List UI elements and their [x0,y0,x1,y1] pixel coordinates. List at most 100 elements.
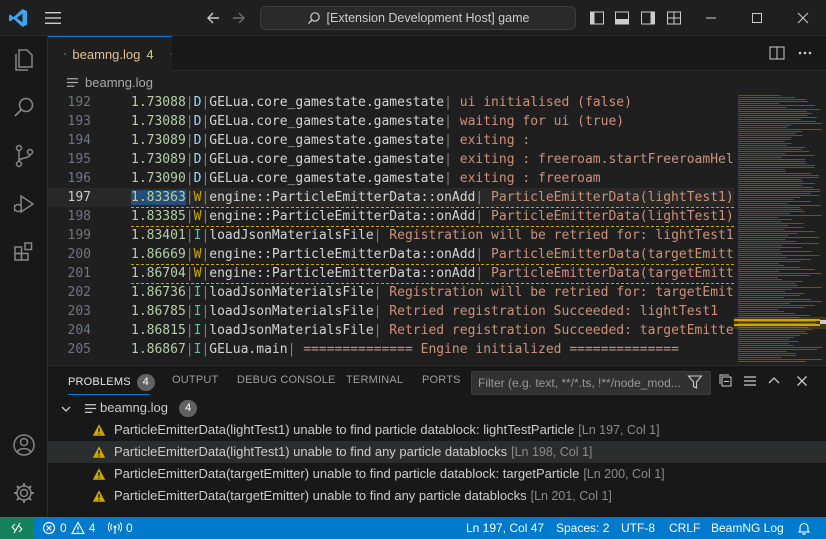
gear-icon [14,483,34,503]
tab-beamng-log[interactable]: beamng.log 4 [48,36,172,71]
code-line[interactable]: 197 1.83363|W|engine::ParticleEmitterData… [48,188,734,208]
toggle-panel-icon[interactable] [614,10,630,26]
editor-text-area[interactable]: 192 1.73088|D|GELua.core_gamestate.gamest… [48,93,734,365]
minimap[interactable] [734,93,826,365]
menu-icon[interactable] [44,10,62,26]
log-time: 1.86785 [131,304,186,319]
more-actions-icon[interactable] [796,44,814,62]
breadcrumb-file[interactable]: beamng.log [85,75,153,90]
line-number: 194 [67,133,91,148]
problem-message: ParticleEmitterData(lightTest1) unable t… [114,444,508,459]
pipe-1: | [185,342,194,357]
log-source: GELua.core_gamestate.gamestate [209,133,445,148]
code-line[interactable]: 201 1.86704|W|engine::ParticleEmitterData… [48,264,734,284]
tab-terminal[interactable]: TERMINAL [346,374,403,386]
problem-message: ParticleEmitterData(targetEmitter) unabl… [114,488,527,503]
split-editor-icon[interactable] [768,44,786,62]
log-message: Retried registration Succeeded: lightTes… [381,304,719,319]
filter-icon[interactable] [687,374,703,390]
command-center-search[interactable]: [Extension Development Host] game [260,6,576,30]
line-content: 1.86669|W|engine::ParticleEmitterData::o… [131,245,734,265]
line-number: 203 [67,304,91,319]
warning-icon [92,468,106,480]
explorer-button[interactable] [0,36,48,84]
close-icon[interactable] [170,47,172,61]
code-line[interactable]: 205 1.86867|I|GELua.main| ============== … [48,340,734,359]
search-view-button[interactable] [0,84,48,132]
error-count: 0 [60,521,67,535]
bell-icon [797,522,811,535]
breadcrumb: beamng.log [48,71,826,93]
close-panel-icon[interactable] [794,373,810,389]
line-content: 1.73090|D|GELua.core_gamestate.gamestate… [131,169,601,188]
problem-item[interactable]: ParticleEmitterData(targetEmitter) unabl… [48,485,826,507]
remote-indicator[interactable] [0,517,34,539]
code-line[interactable]: 203 1.86785|I|loadJsonMaterialsFile| Retr… [48,302,734,321]
tab-output[interactable]: OUTPUT [172,374,218,386]
log-source: GELua.main [209,342,288,357]
tab-debug-console[interactable]: DEBUG CONSOLE [237,374,336,386]
run-debug-button[interactable] [0,180,48,228]
log-time: 1.73089 [131,133,186,148]
log-message: ParticleEmitterData(lightTest1) [483,190,734,205]
back-arrow-icon[interactable] [204,9,222,27]
log-message: ParticleEmitterData(targetEmitt [483,266,734,281]
ports-status[interactable]: 0 [108,517,133,539]
code-line[interactable]: 192 1.73088|D|GELua.core_gamestate.gamest… [48,93,734,112]
source-control-button[interactable] [0,132,48,180]
accounts-button[interactable] [0,421,48,469]
maximize-panel-icon[interactable] [766,373,782,389]
code-line[interactable]: 196 1.73090|D|GELua.core_gamestate.gamest… [48,169,734,188]
problems-status[interactable]: 0 4 [42,517,95,539]
collapse-all-icon[interactable] [718,373,734,389]
view-as-list-icon[interactable] [742,373,758,389]
log-source: loadJsonMaterialsFile [209,228,374,243]
code-line[interactable]: 194 1.73089|D|GELua.core_gamestate.gamest… [48,131,734,150]
close-window-button[interactable] [780,0,826,36]
tab-problems[interactable]: PROBLEMS 4 [68,374,155,391]
log-time: 1.83363 [131,190,186,205]
code-line[interactable]: 195 1.73089|D|GELua.core_gamestate.gamest… [48,150,734,169]
code-line[interactable]: 200 1.86669|W|engine::ParticleEmitterData… [48,245,734,265]
log-source: engine::ParticleEmitterData::onAdd [209,190,476,205]
encoding-status[interactable]: UTF-8 [621,517,655,539]
code-line[interactable]: 204 1.86815|I|loadJsonMaterialsFile| Retr… [48,321,734,340]
activity-bar [0,36,48,517]
language-mode[interactable]: BeamNG Log [711,517,784,539]
problem-item[interactable]: ParticleEmitterData(lightTest1) unable t… [48,419,826,441]
code-line[interactable]: 202 1.86736|I|loadJsonMaterialsFile| Regi… [48,283,734,302]
forward-arrow-icon[interactable] [230,9,248,27]
problem-item[interactable]: ParticleEmitterData(lightTest1) unable t… [48,441,826,463]
log-message: Retried registration Succeeded: targetEm… [381,323,734,338]
indentation-status[interactable]: Spaces: 2 [556,517,609,539]
code-line[interactable]: 199 1.83401|I|loadJsonMaterialsFile| Regi… [48,226,734,245]
toggle-primary-sidebar-icon[interactable] [589,10,605,26]
minimize-icon [706,17,716,19]
cursor-position[interactable]: Ln 197, Col 47 [466,517,544,539]
minimize-button[interactable] [688,0,734,36]
eol-status[interactable]: CRLF [669,517,700,539]
vscode-logo-icon[interactable] [8,8,28,28]
problems-file-group[interactable]: beamng.log 4 [48,397,826,419]
log-time: 1.86736 [131,285,186,300]
line-number: 205 [67,342,91,357]
code-line[interactable]: 198 1.83385|W|engine::ParticleEmitterData… [48,207,734,227]
maximize-button[interactable] [734,0,780,36]
warning-icon [92,490,106,502]
problems-filter-input[interactable]: Filter (e.g. text, **/*.ts, !**/node_mod… [471,371,711,395]
group-count-badge: 4 [179,400,197,417]
customize-layout-icon[interactable] [666,10,682,26]
manage-button[interactable] [0,469,48,517]
pipe-3: | [444,171,452,186]
notifications-button[interactable] [797,517,811,539]
line-content: 1.83385|W|engine::ParticleEmitterData::o… [131,207,734,227]
log-message: waiting for ui (true) [451,114,625,129]
problem-item[interactable]: ParticleEmitterData(targetEmitter) unabl… [48,463,826,485]
toggle-secondary-sidebar-icon[interactable] [640,10,656,26]
tab-ports[interactable]: PORTS [422,374,461,386]
account-icon [13,434,35,456]
extensions-button[interactable] [0,228,48,276]
group-file-name: beamng.log [100,400,168,415]
code-line[interactable]: 193 1.73088|D|GELua.core_gamestate.gamest… [48,112,734,131]
log-time: 1.73088 [131,95,186,110]
